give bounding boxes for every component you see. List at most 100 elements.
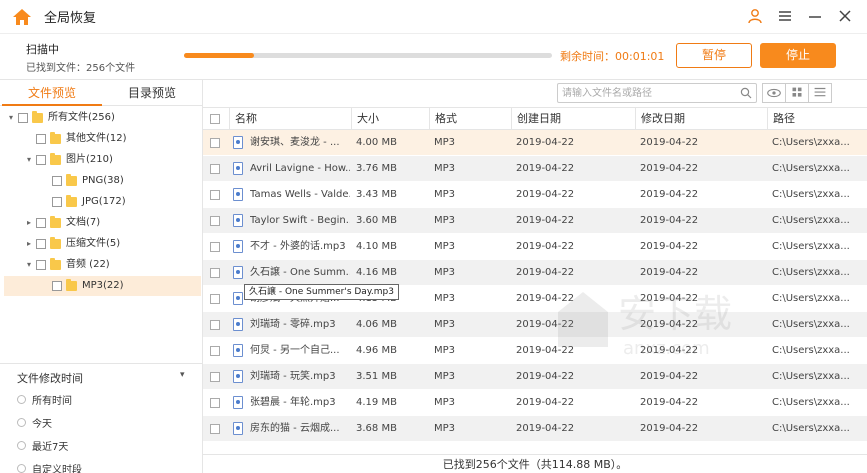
user-icon[interactable] [747, 8, 763, 24]
table-row[interactable]: 张碧晨 - 年轮.mp3 4.19 MB MP3 2019-04-22 2019-04-… [203, 390, 867, 416]
row-checkbox[interactable] [210, 294, 220, 304]
tab-file-preview[interactable]: 文件预览 [2, 80, 102, 106]
tree-item[interactable]: JPG(172) [40, 192, 126, 212]
radio-today[interactable]: 今天 [17, 415, 52, 430]
search-input[interactable] [562, 85, 732, 101]
audio-file-icon [233, 396, 243, 409]
cell-size: 4.19 MB [356, 397, 397, 408]
row-checkbox[interactable] [210, 164, 220, 174]
table-row[interactable]: 久石譲 - One Summ... 4.16 MB MP3 2019-04-22 201… [203, 260, 867, 286]
cell-name: 刘瑞琦 - 零碎.mp3 [250, 319, 336, 330]
audio-file-icon [233, 266, 243, 279]
tree-checkbox[interactable] [52, 176, 62, 186]
column-modified[interactable]: 修改日期 [635, 108, 767, 130]
cell-path: C:\Users\zxxa... [772, 345, 850, 356]
tree-item[interactable]: PNG(38) [40, 171, 124, 191]
column-name[interactable]: 名称 [229, 108, 351, 130]
table-row[interactable]: 刘瑞琦 - 玩笑.mp3 3.51 MB MP3 2019-04-22 2019-04-… [203, 364, 867, 390]
table-row[interactable]: 刘瑞琦 - 零碎.mp3 4.06 MB MP3 2019-04-22 2019-04-… [203, 312, 867, 338]
cell-format: MP3 [434, 293, 456, 304]
column-path[interactable]: 路径 [767, 108, 867, 130]
row-checkbox[interactable] [210, 216, 220, 226]
cell-created: 2019-04-22 [516, 267, 575, 278]
radio-icon[interactable] [17, 464, 26, 473]
radio-icon[interactable] [17, 395, 26, 404]
audio-file-icon [233, 292, 243, 305]
cell-path: C:\Users\zxxa... [772, 163, 850, 174]
tree-checkbox[interactable] [36, 260, 46, 270]
chevron-down-icon[interactable]: ▾ [180, 370, 185, 380]
column-format[interactable]: 格式 [429, 108, 511, 130]
radio-icon[interactable] [17, 441, 26, 450]
search-icon[interactable] [740, 87, 752, 99]
table-row[interactable]: 房东的猫 - 云烟成... 3.68 MB MP3 2019-04-22 2019-04… [203, 416, 867, 442]
table-row[interactable]: Avril Lavigne - How... 3.76 MB MP3 2019-04-… [203, 156, 867, 182]
radio-custom-range[interactable]: 自定义时段 [17, 461, 82, 473]
chevron-right-icon[interactable]: ▸ [24, 234, 34, 254]
select-all-checkbox[interactable] [210, 114, 220, 124]
tree-checkbox[interactable] [52, 197, 62, 207]
audio-file-icon [233, 136, 243, 149]
stop-button[interactable]: 停止 [760, 43, 836, 68]
list-view-button[interactable] [808, 83, 832, 103]
column-created[interactable]: 创建日期 [511, 108, 635, 130]
cell-size: 4.96 MB [356, 345, 397, 356]
radio-icon[interactable] [17, 418, 26, 427]
cell-modified: 2019-04-22 [640, 345, 699, 356]
chevron-down-icon[interactable]: ▾ [6, 108, 16, 128]
tree-checkbox[interactable] [36, 218, 46, 228]
cell-size: 4.00 MB [356, 137, 397, 148]
row-checkbox[interactable] [210, 398, 220, 408]
preview-eye-button[interactable] [762, 83, 786, 103]
row-checkbox[interactable] [210, 268, 220, 278]
close-icon[interactable] [837, 8, 853, 24]
tree-checkbox[interactable] [36, 134, 46, 144]
cell-name: 谢安琪、麦浚龙 - ... [250, 137, 340, 148]
folder-icon [50, 153, 61, 165]
cell-modified: 2019-04-22 [640, 267, 699, 278]
cell-modified: 2019-04-22 [640, 423, 699, 434]
row-checkbox[interactable] [210, 424, 220, 434]
radio-label: 所有时间 [32, 396, 72, 407]
tree-item[interactable]: ▸ 文档(7) [24, 213, 100, 233]
chevron-down-icon[interactable]: ▾ [24, 150, 34, 170]
table-row[interactable]: 何炅 - 另一个自己... 4.96 MB MP3 2019-04-22 2019-04… [203, 338, 867, 364]
table-row[interactable]: Taylor Swift - Begin... 3.60 MB MP3 2019-04… [203, 208, 867, 234]
pause-button[interactable]: 暂停 [676, 43, 752, 68]
tree-checkbox[interactable] [52, 281, 62, 291]
row-checkbox[interactable] [210, 242, 220, 252]
home-icon[interactable] [12, 7, 32, 27]
row-checkbox[interactable] [210, 320, 220, 330]
column-size[interactable]: 大小 [351, 108, 429, 130]
radio-last-7-days[interactable]: 最近7天 [17, 438, 68, 453]
table-row[interactable]: 不才 - 外婆的话.mp3 4.10 MB MP3 2019-04-22 2019-04… [203, 234, 867, 260]
tree-item[interactable]: ▸ 压缩文件(5) [24, 234, 120, 254]
minimize-icon[interactable] [807, 8, 823, 24]
tree-checkbox[interactable] [18, 113, 28, 123]
chevron-right-icon[interactable]: ▸ [24, 213, 34, 233]
table-row[interactable]: Tamas Wells - Valde... 3.43 MB MP3 2019-04-… [203, 182, 867, 208]
tree-checkbox[interactable] [36, 239, 46, 249]
tab-directory-preview[interactable]: 目录预览 [102, 80, 202, 106]
cell-size: 4.10 MB [356, 241, 397, 252]
cell-created: 2019-04-22 [516, 215, 575, 226]
row-checkbox[interactable] [210, 190, 220, 200]
scan-found-count: 已找到文件：256个文件 [26, 63, 136, 74]
menu-icon[interactable] [777, 8, 793, 24]
folder-icon [50, 132, 61, 144]
row-checkbox[interactable] [210, 138, 220, 148]
tree-item[interactable]: 其他文件(12) [24, 129, 127, 149]
tree-item[interactable]: ▾ 所有文件(256) [6, 108, 115, 128]
radio-all-time[interactable]: 所有时间 [17, 392, 72, 407]
tree-item[interactable]: ▾ 图片(210) [24, 150, 113, 170]
grid-view-button[interactable] [785, 83, 809, 103]
tree-checkbox[interactable] [36, 155, 46, 165]
row-checkbox[interactable] [210, 372, 220, 382]
row-checkbox[interactable] [210, 346, 220, 356]
tree-item[interactable]: MP3(22) [4, 276, 201, 296]
window-title: 全局恢复 [44, 11, 97, 26]
tree-item-label: PNG(38) [82, 175, 124, 186]
chevron-down-icon[interactable]: ▾ [24, 255, 34, 275]
table-row[interactable]: 谢安琪、麦浚龙 - ... 4.00 MB MP3 2019-04-22 2019-04… [203, 130, 867, 156]
tree-item[interactable]: ▾ 音频 (22) [24, 255, 110, 275]
